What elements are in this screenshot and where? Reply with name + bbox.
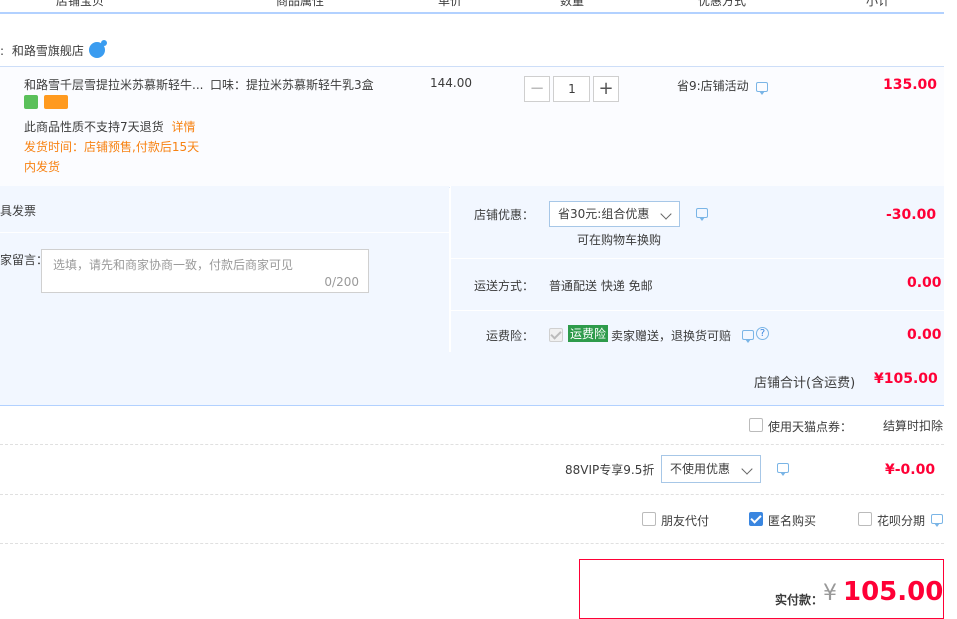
quantity-increase-button[interactable]: + [593, 76, 619, 102]
item-unit-price: 144.00 [430, 76, 472, 90]
ship-time-line1: 发货时间：店铺预售,付款后15天 [24, 140, 200, 154]
header-divider [813, 8, 814, 12]
header-col-unit-price: 单价 [438, 0, 463, 8]
huabei-checkbox[interactable] [858, 512, 872, 526]
insurance-checkbox[interactable] [549, 328, 563, 342]
item-title-link[interactable]: 和路雪千层雪提拉米苏慕斯轻牛... [24, 76, 203, 93]
shop-discount-selected: 省30元:组合优惠 [558, 207, 650, 221]
tmall-points-note: 结算时扣除 [883, 419, 944, 433]
quantity-divider [589, 76, 590, 102]
header-col-attribute: 商品属性 [276, 0, 325, 8]
shop-name-link[interactable]: 和路雪旗舰店 [12, 44, 84, 58]
ship-time-line2: 内发货 [24, 160, 61, 174]
shop-total-label: 店铺合计(含运费) [754, 376, 856, 391]
wangwang-chat-icon[interactable] [89, 40, 107, 58]
shipping-method: 普通配送 快递 免邮 [549, 279, 653, 293]
credit-card-icon [44, 95, 68, 109]
anonymous-purchase-checkbox[interactable] [749, 512, 763, 526]
insurance-info-icon[interactable] [742, 330, 754, 343]
chevron-down-icon [741, 463, 753, 475]
insurance-badge: 运费险 [568, 325, 609, 342]
chevron-down-icon [660, 208, 672, 220]
item-attribute: 口味：提拉米苏慕斯轻牛乳3盒 [210, 78, 374, 92]
return-notice: 此商品性质不支持7天退货 详情 [24, 118, 195, 135]
shop-discount-info-icon[interactable] [696, 208, 708, 221]
row-divider [0, 444, 944, 445]
shop-prefix: : [0, 44, 5, 58]
discount-info-icon[interactable] [756, 82, 768, 95]
insurance-text: 卖家赠送，退换货可赔 [611, 329, 732, 343]
panel-divider [450, 186, 451, 352]
vip-info-icon[interactable] [777, 463, 789, 476]
huabei-info-icon[interactable] [931, 514, 943, 527]
panel-divider [450, 258, 944, 259]
buyer-message-input[interactable]: 选填，请先和商家协商一致，付款后商家可见 0/200 [41, 249, 369, 293]
quantity-divider [553, 76, 554, 102]
quantity-input[interactable]: 1 [554, 76, 590, 102]
header-divider [511, 8, 512, 12]
shop-name-row: : 和路雪旗舰店 [0, 42, 84, 59]
panel-divider [0, 232, 449, 233]
row-divider [0, 543, 944, 544]
header-divider [632, 8, 633, 12]
anonymous-purchase-label: 匿名购买 [768, 514, 817, 528]
tmall-points-checkbox[interactable] [749, 418, 763, 432]
vip-label: 88VIP专享9.5折 [565, 463, 655, 477]
header-divider [209, 8, 210, 12]
row-divider [0, 494, 944, 495]
payment-label: 实付款： [775, 593, 824, 607]
tmall-points-label: 使用天猫点券： [768, 420, 853, 434]
table-header: 店铺宝贝 商品属性 单价 数量 优惠方式 小计 [0, 0, 944, 14]
vip-amount: ¥-0.00 [885, 462, 936, 478]
item-subtotal: 135.00 [883, 77, 938, 93]
header-col-discount: 优惠方式 [698, 0, 747, 8]
return-detail-link[interactable]: 详情 [171, 120, 195, 134]
buyer-message-placeholder: 选填，请先和商家协商一致，付款后商家可见 [53, 258, 294, 272]
insurance-amount: 0.00 [907, 327, 942, 343]
shop-discount-select[interactable]: 省30元:组合优惠 [549, 201, 680, 227]
header-divider [390, 8, 391, 12]
header-col-shop-item: 店铺宝贝 [56, 0, 105, 8]
return-notice-text: 此商品性质不支持7天退货 [24, 120, 164, 134]
shop-discount-label: 店铺优惠： [474, 208, 535, 222]
friend-pay-checkbox[interactable] [642, 512, 656, 526]
vip-discount-selected: 不使用优惠 [670, 462, 731, 476]
header-col-subtotal: 小计 [866, 0, 891, 8]
payment-amount: 105.00 [843, 577, 944, 607]
help-icon[interactable]: ? [756, 327, 769, 340]
shop-discount-amount: -30.00 [886, 207, 937, 223]
guarantee-icon [24, 95, 38, 109]
shipping-amount: 0.00 [907, 275, 942, 291]
vip-discount-select[interactable]: 不使用优惠 [661, 455, 761, 483]
quantity-decrease-button[interactable]: − [524, 76, 550, 102]
invoice-label: 具发票 [0, 204, 37, 218]
friend-pay-label: 朋友代付 [661, 514, 710, 528]
buyer-message-counter: 0/200 [324, 275, 359, 289]
shop-total-amount: ¥105.00 [874, 371, 938, 387]
shop-discount-hint: 可在购物车换购 [577, 233, 662, 247]
item-discount: 省9:店铺活动 [677, 79, 749, 93]
huabei-label: 花呗分期 [877, 514, 926, 528]
insurance-label: 运费险： [486, 329, 535, 343]
payment-currency: ¥ [823, 581, 837, 606]
header-col-quantity: 数量 [560, 0, 585, 8]
shipping-label: 运送方式： [474, 279, 535, 293]
panel-divider [450, 310, 944, 311]
